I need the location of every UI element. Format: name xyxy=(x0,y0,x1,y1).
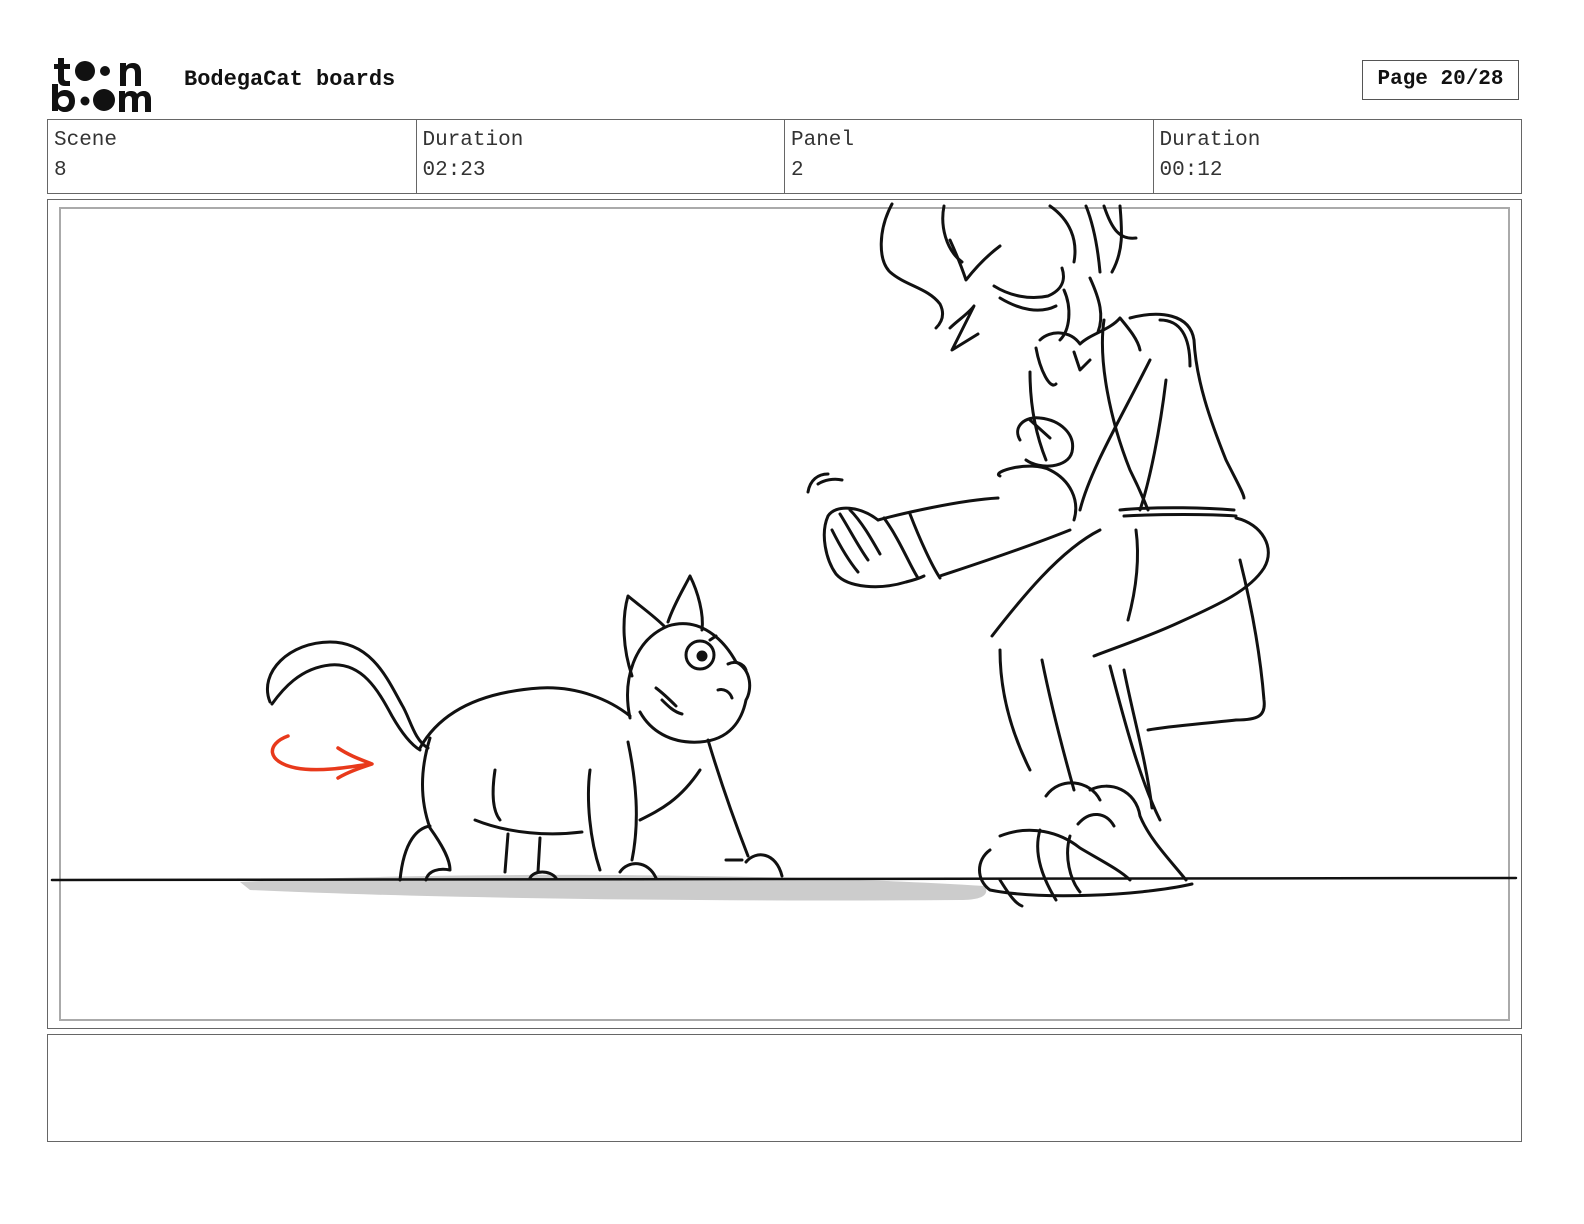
action-arrow xyxy=(270,734,374,780)
person-sketch xyxy=(806,202,1270,908)
ground-line xyxy=(50,876,1518,882)
cat-sketch xyxy=(266,574,784,882)
panel-notes[interactable] xyxy=(47,1034,1522,1142)
